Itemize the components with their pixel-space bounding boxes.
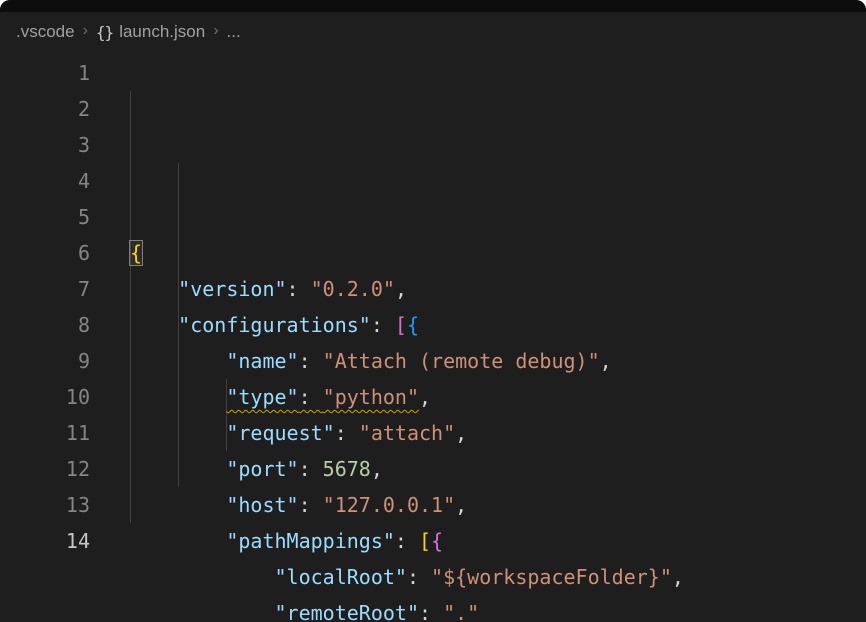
line-number: 11 [0, 415, 90, 451]
code-token: 5678 [323, 457, 371, 481]
code-token: "remoteRoot" [275, 601, 420, 622]
code-token [130, 385, 226, 409]
line-number: 2 [0, 91, 90, 127]
code-token: : [371, 313, 395, 337]
code-token: "attach" [359, 421, 455, 445]
code-token: : [287, 277, 311, 301]
code-token: , [672, 565, 684, 589]
line-number: 1 [0, 55, 90, 91]
code-token: : [407, 565, 431, 589]
code-token: "configurations" [178, 313, 371, 337]
code-token [130, 601, 275, 622]
chevron-right-icon: › [213, 22, 218, 40]
code-token [130, 349, 226, 373]
code-token: { [407, 313, 419, 337]
breadcrumb-item-file[interactable]: {} launch.json [96, 22, 205, 42]
code-token: , [455, 493, 467, 517]
code-token: { [130, 241, 142, 265]
code-area[interactable]: { "version": "0.2.0", "configurations": … [130, 55, 866, 622]
code-token: "port" [226, 457, 298, 481]
code-token: , [395, 277, 407, 301]
code-token: "host" [226, 493, 298, 517]
code-token: "pathMappings" [226, 529, 395, 553]
code-token: : [299, 493, 323, 517]
code-token: "Attach (remote debug)" [323, 349, 600, 373]
code-line-7[interactable]: "port": 5678, [130, 451, 866, 487]
editor[interactable]: 1234567891011121314 { "version": "0.2.0"… [0, 52, 866, 622]
code-token: "request" [226, 421, 334, 445]
vscode-window: .vscode › {} launch.json › ... 123456789… [0, 0, 866, 622]
code-token: "0.2.0" [311, 277, 395, 301]
code-line-8[interactable]: "host": "127.0.0.1", [130, 487, 866, 523]
code-token: : [335, 421, 359, 445]
code-token: "." [443, 601, 479, 622]
code-token [130, 313, 178, 337]
code-token: , [455, 421, 467, 445]
code-token [130, 565, 275, 589]
code-token: : [419, 601, 443, 622]
line-number: 14 [0, 523, 90, 559]
line-number: 3 [0, 127, 90, 163]
code-token [130, 493, 226, 517]
code-line-1[interactable]: { [130, 235, 866, 271]
line-number: 10 [0, 379, 90, 415]
code-line-3[interactable]: "configurations": [{ [130, 307, 866, 343]
code-token: "version" [178, 277, 286, 301]
breadcrumb-item-vscode[interactable]: .vscode [16, 22, 75, 42]
line-number-gutter: 1234567891011121314 [0, 55, 90, 622]
code-token [130, 529, 226, 553]
breadcrumb-item-symbol[interactable]: ... [227, 22, 241, 42]
line-number: 8 [0, 307, 90, 343]
code-token: [ [395, 313, 407, 337]
code-token: : [395, 529, 419, 553]
code-line-2[interactable]: "version": "0.2.0", [130, 271, 866, 307]
code-token: [ [419, 529, 431, 553]
code-token: "localRoot" [275, 565, 407, 589]
code-line-6[interactable]: "request": "attach", [130, 415, 866, 451]
code-token [130, 277, 178, 301]
code-token: "python" [323, 385, 419, 409]
code-token: "type" [226, 385, 298, 409]
line-number: 6 [0, 235, 90, 271]
chevron-right-icon: › [83, 22, 88, 40]
tab-strip [0, 0, 866, 12]
line-number: 12 [0, 451, 90, 487]
code-token: : [299, 457, 323, 481]
code-token: : [299, 385, 323, 409]
code-token [130, 457, 226, 481]
line-number: 7 [0, 271, 90, 307]
code-token: { [431, 529, 443, 553]
code-line-4[interactable]: "name": "Attach (remote debug)", [130, 343, 866, 379]
line-number: 5 [0, 199, 90, 235]
line-number: 13 [0, 487, 90, 523]
code-token: "name" [226, 349, 298, 373]
breadcrumb: .vscode › {} launch.json › ... [0, 12, 866, 52]
line-number: 9 [0, 343, 90, 379]
code-token [130, 421, 226, 445]
code-token: : [299, 349, 323, 373]
code-line-5[interactable]: "type": "python", [130, 379, 866, 415]
code-token: , [419, 385, 431, 409]
code-token: , [371, 457, 383, 481]
code-token: "${workspaceFolder}" [431, 565, 672, 589]
code-token: "127.0.0.1" [323, 493, 455, 517]
json-file-icon: {} [96, 23, 113, 42]
code-token: , [600, 349, 612, 373]
breadcrumb-item-label: launch.json [119, 22, 205, 42]
code-line-9[interactable]: "pathMappings": [{ [130, 523, 866, 559]
line-number: 4 [0, 163, 90, 199]
code-line-10[interactable]: "localRoot": "${workspaceFolder}", [130, 559, 866, 595]
code-line-11[interactable]: "remoteRoot": "." [130, 595, 866, 622]
